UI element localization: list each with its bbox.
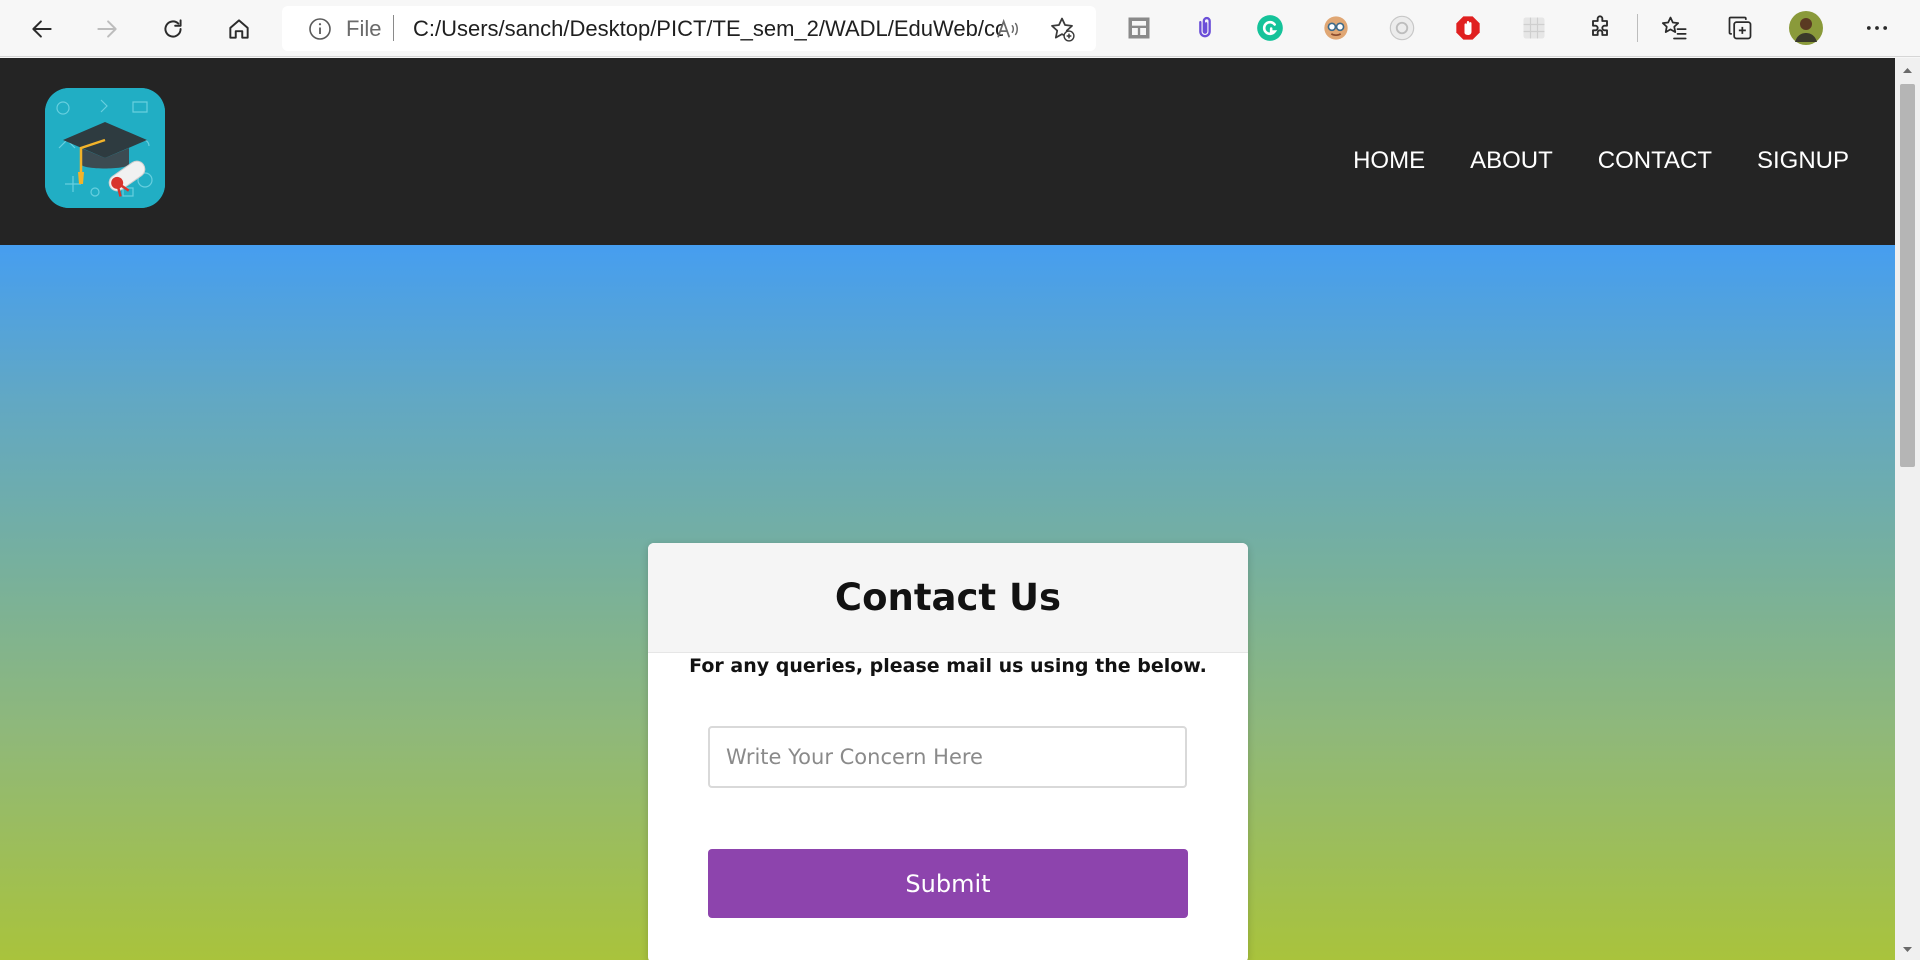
address-bar[interactable]: File C:/Users/sanch/Desktop/PICT/TE_sem_… [282,6,1096,51]
grid-extension-icon[interactable] [1519,13,1549,43]
collections-icon[interactable] [1725,13,1755,43]
address-separator [393,15,394,41]
address-url[interactable]: C:/Users/sanch/Desktop/PICT/TE_sem_2/WAD… [413,16,1003,42]
info-icon[interactable] [308,17,332,41]
scroll-thumb[interactable] [1900,84,1915,467]
home-icon[interactable] [218,8,260,50]
profile-avatar[interactable] [1789,11,1823,45]
contact-subtitle: For any queries, please mail us using th… [689,655,1207,677]
nav-about-link[interactable]: ABOUT [1470,147,1553,175]
submit-button[interactable]: Submit [708,849,1188,918]
nav-signup-link[interactable]: SIGNUP [1757,147,1849,175]
site-logo[interactable] [45,88,165,208]
forward-icon[interactable] [86,8,128,50]
contact-card-header: Contact Us [648,543,1248,653]
web-capture-icon[interactable] [1124,13,1154,43]
nav-contact-link[interactable]: CONTACT [1598,147,1712,175]
contact-title: Contact Us [834,576,1062,619]
concern-input[interactable] [708,726,1187,788]
mask-extension-icon[interactable] [1321,13,1351,43]
grammarly-icon[interactable] [1255,13,1285,43]
refresh-icon[interactable] [152,8,194,50]
adblock-icon[interactable] [1453,13,1483,43]
hero-background: Contact Us For any queries, please mail … [0,245,1895,960]
extensions-puzzle-icon[interactable] [1585,13,1615,43]
contact-card: Contact Us For any queries, please mail … [648,543,1248,960]
toolbar-separator [1637,14,1638,42]
add-favorite-icon[interactable] [1048,15,1076,43]
page-viewport: HOME ABOUT CONTACT SIGNUP Contact Us For… [0,58,1895,960]
site-nav: HOME ABOUT CONTACT SIGNUP [1353,147,1849,175]
more-menu-icon[interactable] [1862,13,1892,43]
favorites-icon[interactable] [1659,13,1689,43]
scroll-down-arrow-icon[interactable] [1895,942,1920,958]
clip-extension-icon[interactable] [1190,13,1220,43]
nav-home-link[interactable]: HOME [1353,147,1425,175]
site-header: HOME ABOUT CONTACT SIGNUP [0,58,1895,245]
graduation-cap-logo-icon [45,88,165,208]
scroll-up-arrow-icon[interactable] [1895,62,1920,78]
page-scrollbar[interactable] [1895,58,1920,960]
browser-toolbar: File C:/Users/sanch/Desktop/PICT/TE_sem_… [0,0,1920,57]
camera-extension-icon[interactable] [1387,13,1417,43]
address-scheme-label: File [346,16,382,41]
back-icon[interactable] [21,8,63,50]
read-aloud-icon[interactable] [995,16,1021,42]
